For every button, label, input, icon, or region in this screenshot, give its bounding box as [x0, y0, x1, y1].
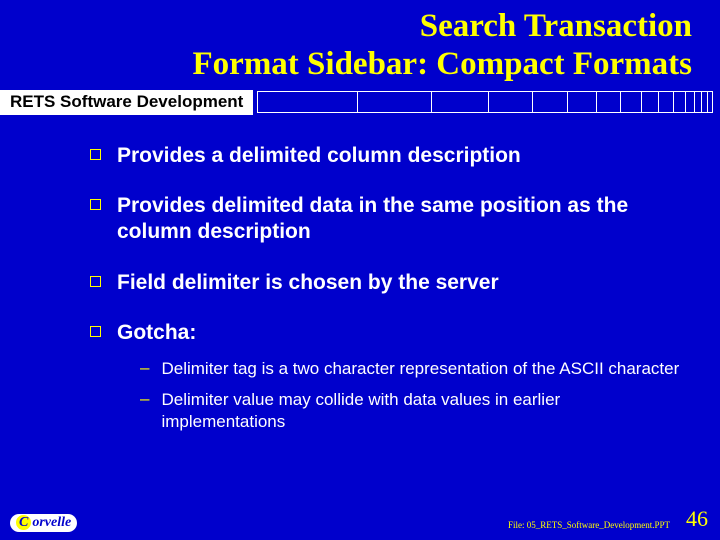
- bullet-item: Provides delimited data in the same posi…: [90, 193, 680, 246]
- sub-bullet-list: – Delimiter tag is a two character repre…: [90, 358, 680, 432]
- title-line-1: Search Transaction: [420, 8, 692, 44]
- title-line-2: Format Sidebar: Compact Formats: [193, 46, 692, 82]
- decorative-gradient-boxes: [257, 91, 712, 113]
- logo: Corvelle: [10, 514, 77, 532]
- sub-bullet-item: – Delimiter value may collide with data …: [140, 389, 680, 432]
- dash-bullet-icon: –: [140, 389, 149, 409]
- dash-bullet-icon: –: [140, 358, 149, 378]
- bullet-item: Field delimiter is chosen by the server: [90, 270, 680, 296]
- square-bullet-icon: [90, 276, 101, 287]
- sub-bullet-text: Delimiter value may collide with data va…: [161, 389, 680, 432]
- slide-title: Search Transaction Format Sidebar: Compa…: [0, 0, 720, 88]
- sub-bullet-text: Delimiter tag is a two character represe…: [161, 358, 679, 379]
- file-label: File: 05_RETS_Software_Development.PPT: [508, 520, 670, 530]
- square-bullet-icon: [90, 149, 101, 160]
- bullet-text: Gotcha:: [117, 320, 196, 346]
- logo-text: orvelle: [32, 515, 71, 530]
- footer: Corvelle File: 05_RETS_Software_Developm…: [0, 508, 720, 534]
- bullet-text: Provides delimited data in the same posi…: [117, 193, 680, 246]
- sub-bullet-item: – Delimiter tag is a two character repre…: [140, 358, 680, 379]
- content-area: Provides a delimited column description …: [0, 115, 720, 432]
- page-number: 46: [686, 506, 708, 532]
- bullet-text: Provides a delimited column description: [117, 143, 521, 169]
- square-bullet-icon: [90, 199, 101, 210]
- bullet-item: Gotcha:: [90, 320, 680, 346]
- logo-c-icon: C: [16, 515, 31, 530]
- subtitle-box: RETS Software Development: [0, 90, 253, 115]
- square-bullet-icon: [90, 326, 101, 337]
- bullet-item: Provides a delimited column description: [90, 143, 680, 169]
- bullet-text: Field delimiter is chosen by the server: [117, 270, 499, 296]
- subtitle-bar: RETS Software Development: [0, 90, 720, 115]
